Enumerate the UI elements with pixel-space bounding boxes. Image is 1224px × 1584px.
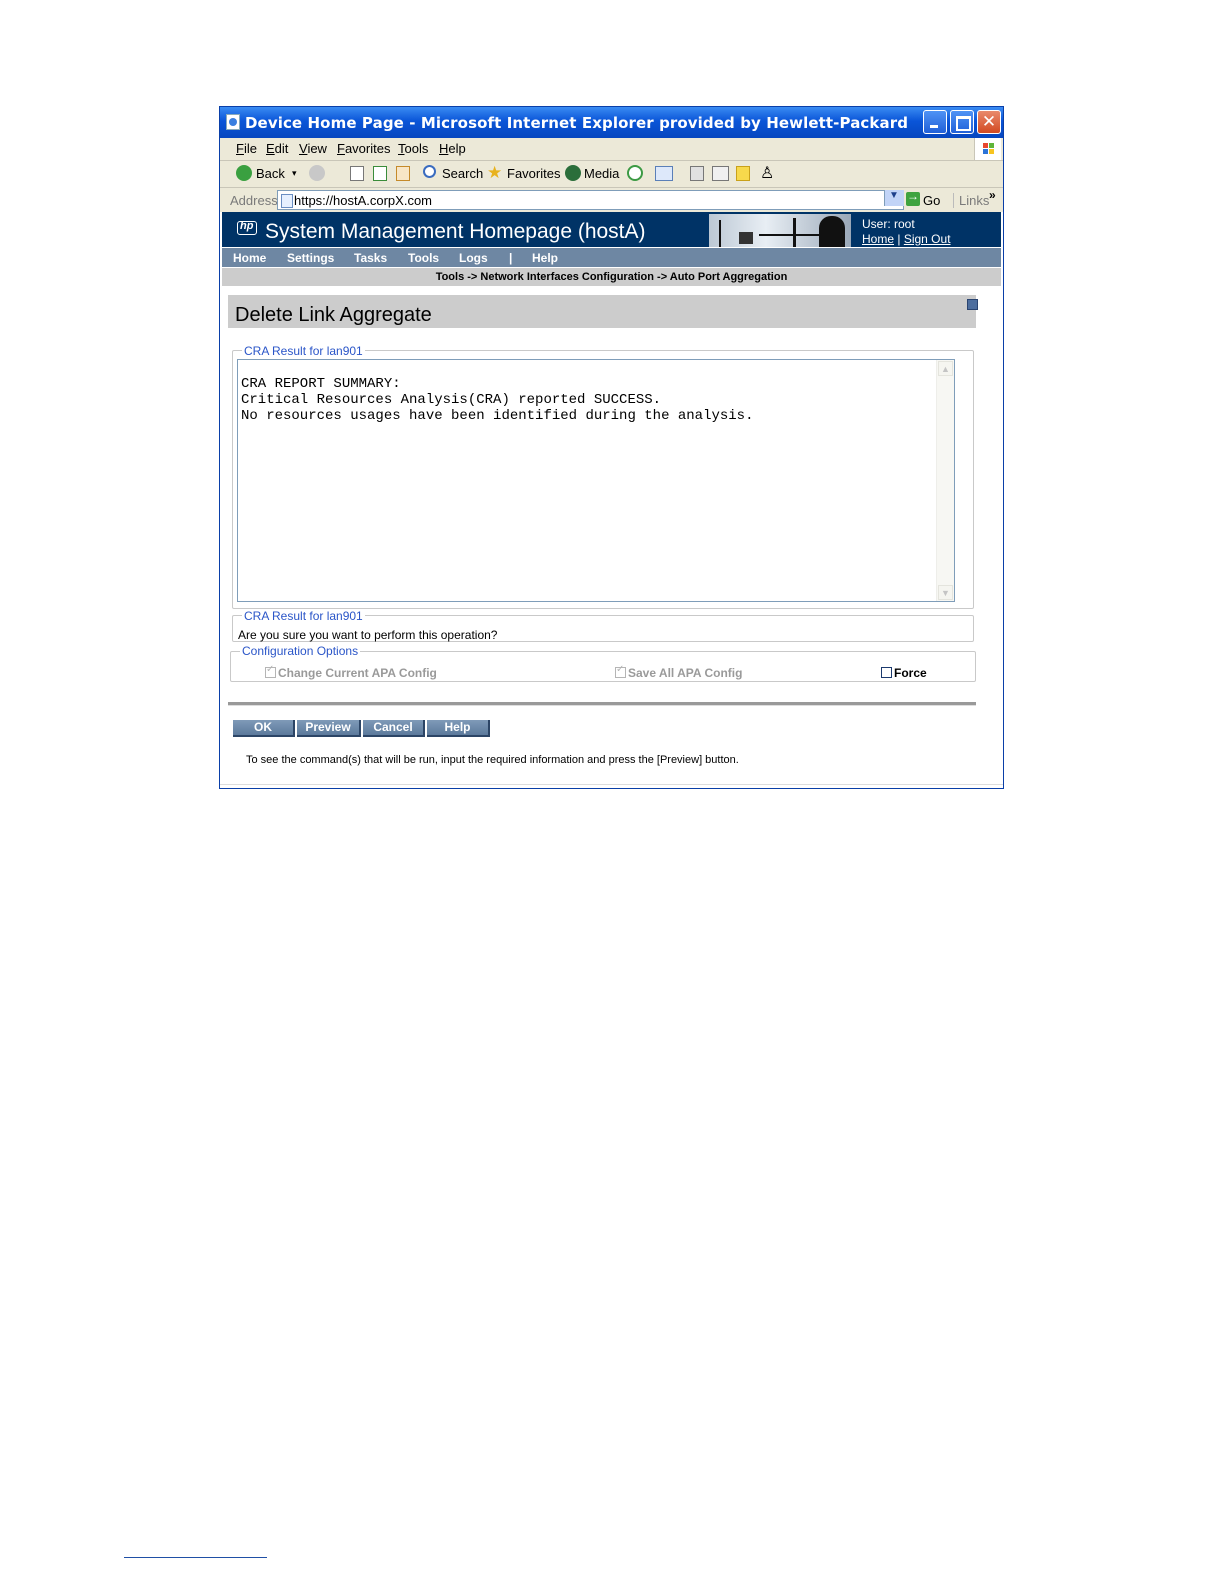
browser-window: Device Home Page - Microsoft Internet Ex… xyxy=(219,106,1004,789)
confirm-legend: CRA Result for lan901 xyxy=(242,609,365,623)
window-title: Device Home Page - Microsoft Internet Ex… xyxy=(245,114,909,132)
forward-arrow-icon[interactable] xyxy=(309,165,325,181)
report-scrollbar[interactable]: ▲ ▼ xyxy=(936,360,954,601)
cra-report-text: CRA REPORT SUMMARY: Critical Resources A… xyxy=(241,376,754,424)
confirm-question: Are you sure you want to perform this op… xyxy=(238,628,498,642)
refresh-icon[interactable] xyxy=(373,166,387,181)
cra-report-textarea[interactable]: CRA REPORT SUMMARY: Critical Resources A… xyxy=(237,359,955,602)
menu-file[interactable]: File xyxy=(236,141,257,156)
title-bar[interactable]: Device Home Page - Microsoft Internet Ex… xyxy=(220,107,1003,138)
standard-toolbar: Back ▾ Search ★ Favorites Media ♙ xyxy=(220,161,1003,188)
address-bar: Address https://hostA.corpX.com ▼ Go Lin… xyxy=(220,188,1003,212)
mail-icon[interactable] xyxy=(655,166,673,181)
force-label: Force xyxy=(894,666,927,680)
address-label: Address xyxy=(230,193,278,208)
header-photo xyxy=(709,214,851,247)
address-dropdown[interactable]: ▼ xyxy=(884,190,904,206)
print-icon[interactable] xyxy=(690,166,704,181)
edit-icon[interactable] xyxy=(712,166,729,181)
status-divider xyxy=(220,784,1003,785)
chevron-down-icon: ▼ xyxy=(889,190,899,201)
change-current-checkbox[interactable] xyxy=(265,664,276,678)
preview-hint: To see the command(s) that will be run, … xyxy=(246,754,739,766)
minimize-button[interactable] xyxy=(923,110,947,134)
config-options-legend: Configuration Options xyxy=(240,644,361,658)
go-button[interactable]: Go xyxy=(923,193,940,208)
app-title: System Management Homepage (hostA) xyxy=(265,220,646,243)
back-arrow-icon xyxy=(236,165,252,181)
address-input[interactable]: https://hostA.corpX.com xyxy=(277,190,904,210)
menu-edit[interactable]: Edit xyxy=(266,141,288,156)
media-label: Media xyxy=(584,166,620,181)
menu-bar: File Edit View Favorites Tools Help xyxy=(220,138,1003,161)
force-checkbox[interactable] xyxy=(881,667,892,678)
menu-tools[interactable]: Tools xyxy=(398,141,428,156)
windows-logo-icon xyxy=(974,138,1001,160)
search-button[interactable]: Search xyxy=(423,161,483,187)
star-icon: ★ xyxy=(487,163,503,182)
preview-button[interactable]: Preview xyxy=(297,720,361,737)
messenger-icon[interactable]: ♙ xyxy=(760,163,774,183)
ok-button[interactable]: OK xyxy=(233,720,295,737)
chevron-right-icon[interactable]: » xyxy=(989,188,996,202)
cra-result-legend: CRA Result for lan901 xyxy=(242,344,365,358)
help-icon[interactable] xyxy=(967,299,978,310)
nav-home[interactable]: Home xyxy=(233,251,266,265)
search-label: Search xyxy=(442,166,484,181)
address-url: https://hostA.corpX.com xyxy=(294,193,433,208)
hp-logo-text: hp xyxy=(240,220,254,232)
page-header: Delete Link Aggregate xyxy=(228,295,978,328)
back-button[interactable]: Back ▾ xyxy=(236,161,300,187)
close-icon: ✕ xyxy=(981,112,997,132)
media-globe-icon xyxy=(565,165,581,181)
save-all-label: Save All APA Config xyxy=(628,666,743,680)
favorites-button[interactable]: ★ Favorites xyxy=(487,161,561,187)
nav-separator: | xyxy=(509,251,513,265)
search-icon xyxy=(423,165,436,178)
hp-logo: hp xyxy=(237,220,257,235)
page-title: Delete Link Aggregate xyxy=(235,304,432,326)
favorites-label: Favorites xyxy=(507,166,561,181)
back-dropdown-icon[interactable]: ▾ xyxy=(292,168,297,179)
menu-help[interactable]: Help xyxy=(439,141,466,156)
maximize-button[interactable] xyxy=(950,110,974,134)
back-label: Back xyxy=(256,166,285,181)
save-all-checkbox[interactable] xyxy=(615,664,626,678)
page-content: hp System Management Homepage (hostA) Us… xyxy=(220,212,1003,788)
menu-favorites[interactable]: Favorites xyxy=(337,141,390,156)
menu-view[interactable]: View xyxy=(299,141,327,156)
separator xyxy=(228,702,976,706)
media-button[interactable]: Media xyxy=(565,161,621,187)
nav-tools[interactable]: Tools xyxy=(408,251,439,265)
nav-help[interactable]: Help xyxy=(532,251,558,265)
footnote-rule xyxy=(124,1557,267,1558)
links-button[interactable]: Links xyxy=(953,193,989,208)
history-icon[interactable] xyxy=(627,165,643,181)
nav-tasks[interactable]: Tasks xyxy=(354,251,387,265)
header-home-link[interactable]: Home xyxy=(862,232,894,246)
cancel-button[interactable]: Cancel xyxy=(363,720,425,737)
nav-bar: Home Settings Tasks Tools Logs | Help xyxy=(222,248,1001,267)
page-icon xyxy=(281,194,293,208)
scroll-down-icon[interactable]: ▼ xyxy=(938,585,953,600)
ie-page-icon xyxy=(226,114,240,130)
stop-icon[interactable] xyxy=(350,166,364,181)
breadcrumb: Tools -> Network Interfaces Configuratio… xyxy=(222,268,1001,286)
nav-settings[interactable]: Settings xyxy=(287,251,334,265)
smh-header: hp System Management Homepage (hostA) Us… xyxy=(222,212,1001,247)
nav-logs[interactable]: Logs xyxy=(459,251,488,265)
change-current-label: Change Current APA Config xyxy=(278,666,437,680)
home-icon[interactable] xyxy=(396,166,410,181)
close-button[interactable]: ✕ xyxy=(977,110,1001,134)
header-link-separator: | xyxy=(897,232,901,246)
help-button[interactable]: Help xyxy=(427,720,490,737)
scroll-up-icon[interactable]: ▲ xyxy=(938,361,953,376)
current-user: User: root xyxy=(862,217,915,231)
go-arrow-icon[interactable] xyxy=(906,189,920,206)
header-links: Home | Sign Out xyxy=(862,232,951,246)
discuss-icon[interactable] xyxy=(736,166,750,181)
sign-out-link[interactable]: Sign Out xyxy=(904,232,951,246)
